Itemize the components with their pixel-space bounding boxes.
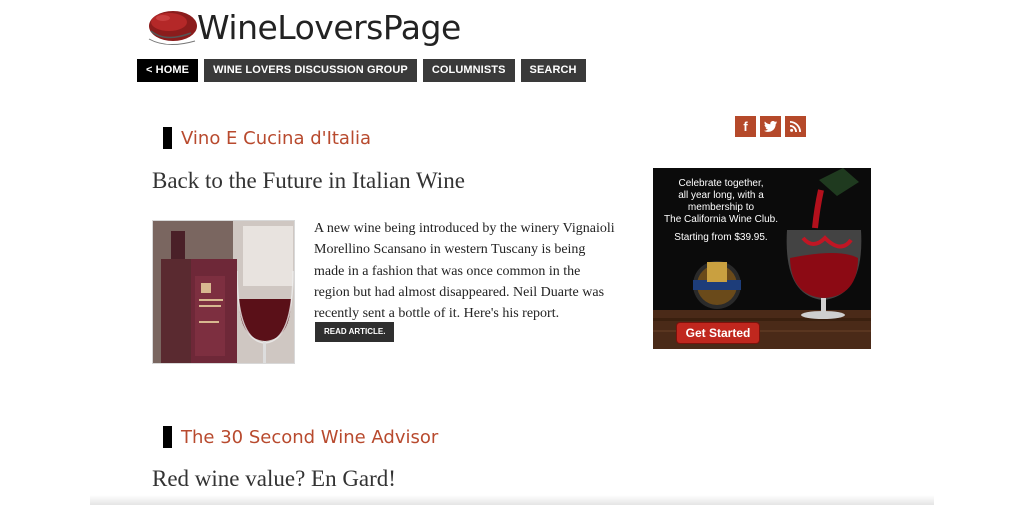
ad-price: Starting from $39.95. xyxy=(674,232,768,243)
nav-home-button[interactable]: < HOME xyxy=(137,59,199,82)
nav-search-button[interactable]: SEARCH xyxy=(520,59,586,82)
ad-line-4: The California Wine Club. xyxy=(664,214,778,225)
logo-text: WineLoversPage xyxy=(197,8,461,47)
nav-columnists-button[interactable]: COLUMNISTS xyxy=(422,59,515,82)
article-thumbnail[interactable] xyxy=(152,220,295,364)
ad-line-2: all year long, with a xyxy=(678,190,764,201)
section-title-link[interactable]: The 30 Second Wine Advisor xyxy=(181,427,438,448)
california-wine-club-ad[interactable]: Celebrate together, all year long, with … xyxy=(653,168,871,349)
ad-copy: Celebrate together, all year long, with … xyxy=(657,178,785,244)
section-marker xyxy=(163,426,172,448)
section-title-link[interactable]: Vino E Cucina d'Italia xyxy=(181,128,371,149)
ad-line-1: Celebrate together, xyxy=(678,178,764,189)
article-title-link[interactable]: Back to the Future in Italian Wine xyxy=(152,168,465,194)
page-bottom-shadow xyxy=(90,495,934,505)
ad-line-3: membership to xyxy=(687,202,755,213)
article-title-link[interactable]: Red wine value? En Gard! xyxy=(152,466,396,492)
section-heading: Vino E Cucina d'Italia xyxy=(163,127,371,149)
rss-icon[interactable] xyxy=(785,116,806,137)
twitter-icon[interactable] xyxy=(760,116,781,137)
section-marker xyxy=(163,127,172,149)
nav-discussion-group-button[interactable]: WINE LOVERS DISCUSSION GROUP xyxy=(204,59,417,82)
read-article-button[interactable]: READ ARTICLE. xyxy=(315,322,395,342)
main-nav: < HOME WINE LOVERS DISCUSSION GROUP COLU… xyxy=(137,59,586,82)
section-heading: The 30 Second Wine Advisor xyxy=(163,426,438,448)
article-summary: A new wine being introduced by the winer… xyxy=(314,221,615,322)
facebook-icon[interactable]: f xyxy=(735,116,756,137)
get-started-button[interactable]: Get Started xyxy=(677,323,759,343)
social-icons: f xyxy=(735,116,806,137)
wine-glass-logo-icon xyxy=(145,9,199,47)
site-logo[interactable]: WineLoversPage xyxy=(145,8,461,48)
